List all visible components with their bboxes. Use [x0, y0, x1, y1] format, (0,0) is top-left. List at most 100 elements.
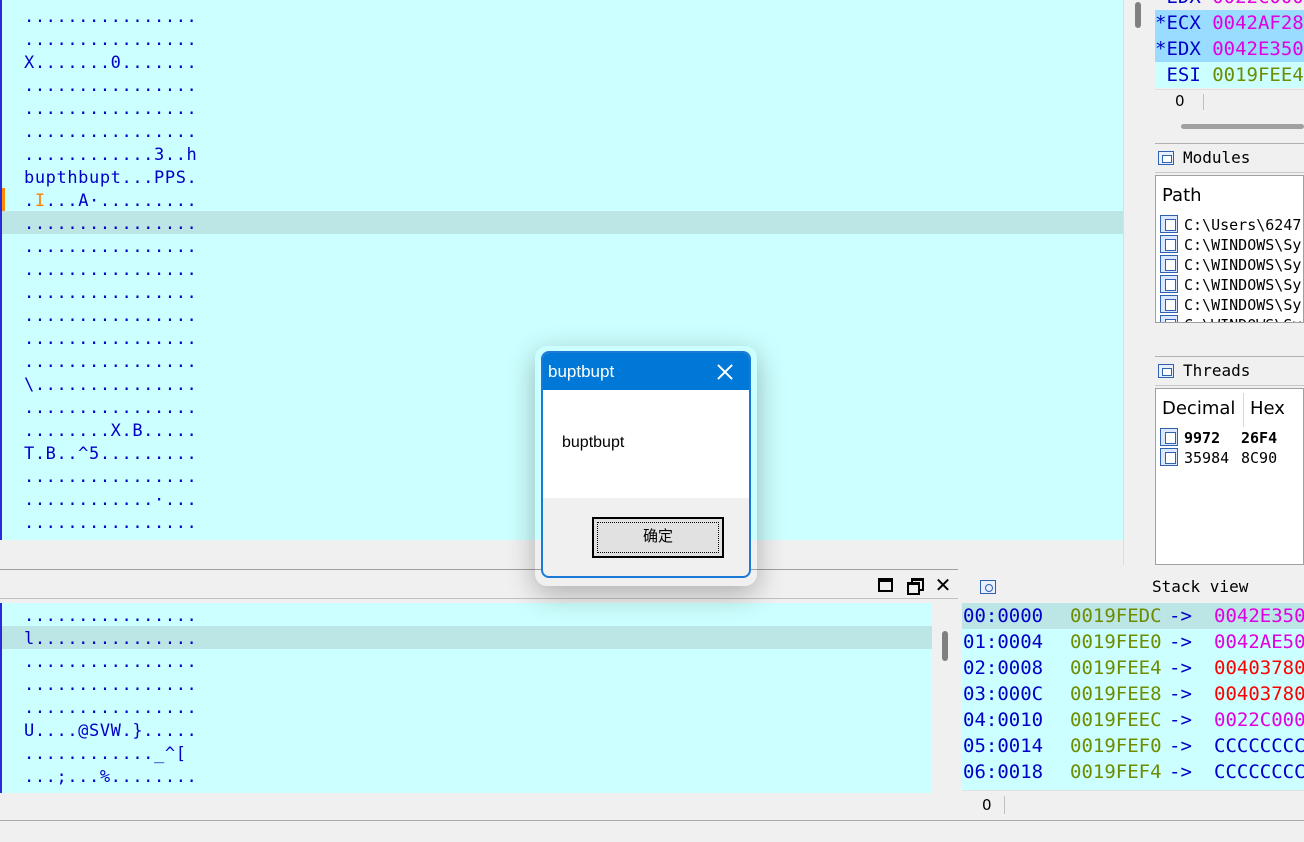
- dialog-content: buptbupt: [543, 390, 749, 498]
- dialog-titlebar[interactable]: buptbupt: [543, 353, 749, 390]
- dump-line: ................: [24, 352, 198, 372]
- modules-list[interactable]: Path C:\Users\6247 C:\WINDOWS\Sy C:\WINDOW…: [1155, 175, 1304, 323]
- hex-dump-bottom-pane[interactable]: ................ l.......................…: [0, 603, 932, 793]
- dump-line: ........X.B.....: [24, 421, 198, 441]
- ok-button[interactable]: 确定: [592, 517, 724, 558]
- dump-line: ................: [24, 30, 198, 50]
- module-row[interactable]: C:\WINDOWS\Sy: [1160, 315, 1301, 322]
- restore-icon[interactable]: [906, 576, 924, 595]
- bottom-pane-toolbar: ✕: [0, 569, 958, 599]
- dump-line: ............3..h: [24, 145, 198, 165]
- thread-row[interactable]: 9972 26F4: [1160, 428, 1277, 448]
- register-row[interactable]: EDX 0022C000: [1155, 0, 1304, 10]
- stack-row[interactable]: 01:0004 0019FEE0 -> 0042AE50: [962, 629, 1304, 655]
- scrollbar-thumb[interactable]: [942, 631, 948, 661]
- message-box-dialog[interactable]: buptbupt buptbupt 确定: [541, 351, 751, 578]
- dump-line: ............_^[: [24, 744, 187, 764]
- vertical-scrollbar-bottom[interactable]: [932, 603, 958, 817]
- module-file-icon: [1160, 315, 1178, 322]
- stack-index: 01:0004: [963, 631, 1044, 653]
- dump-line: ................: [24, 513, 198, 533]
- register-name: *ECX: [1155, 12, 1213, 34]
- stack-row[interactable]: 04:0010 0019FEEC -> 0022C000: [962, 707, 1304, 733]
- stack-row[interactable]: 02:0008 0019FEE4 -> 00403780: [962, 655, 1304, 681]
- threads-list[interactable]: Decimal Hex 9972 26F4 35984 8C90: [1155, 388, 1304, 565]
- module-row[interactable]: C:\WINDOWS\Sy: [1160, 295, 1301, 315]
- register-value: 0042E350: [1212, 38, 1304, 60]
- module-row[interactable]: C:\WINDOWS\Sy: [1160, 275, 1301, 295]
- dump-line: ...;...%........: [24, 767, 198, 787]
- stack-target: 0042E350: [1214, 605, 1304, 627]
- threads-panel-title[interactable]: Threads: [1155, 356, 1304, 386]
- stack-row[interactable]: 03:000C 0019FEE8 -> 00403780: [962, 681, 1304, 707]
- modules-panel-title[interactable]: Modules: [1155, 143, 1304, 173]
- module-file-icon: [1160, 255, 1178, 273]
- modules-icon: [1158, 151, 1174, 165]
- stack-address: 0019FEE0: [1070, 631, 1162, 653]
- thread-row[interactable]: 35984 8C90: [1160, 448, 1277, 468]
- register-row[interactable]: *ECX 0042AF28: [1155, 10, 1304, 36]
- dump-line: bupthbupt...PPS.: [24, 168, 198, 188]
- stack-view-title[interactable]: Stack view: [962, 572, 1304, 602]
- stack-target: 00403780: [1214, 683, 1304, 705]
- thread-decimal: 9972: [1184, 429, 1221, 447]
- stack-address: 0019FEEC: [1070, 709, 1162, 731]
- dump-line: X.......0.......: [24, 53, 198, 73]
- dump-line: ................: [24, 122, 198, 142]
- registers-scrollbar[interactable]: [1181, 124, 1304, 129]
- dump-line: ................: [24, 467, 198, 487]
- thread-decimal: 35984: [1184, 449, 1230, 467]
- dump-line: ................: [24, 698, 198, 718]
- dump-line: ................: [24, 398, 198, 418]
- module-row[interactable]: C:\Users\6247: [1160, 215, 1301, 235]
- register-name: ESI: [1155, 64, 1213, 86]
- register-row[interactable]: *EDX 0042E350: [1155, 36, 1304, 62]
- thread-icon: [1160, 448, 1178, 466]
- stack-target: 0022C000: [1214, 709, 1304, 731]
- stack-index: 03:000C: [963, 683, 1044, 705]
- scrollbar-thumb[interactable]: [1135, 2, 1141, 28]
- module-path: C:\Users\6247: [1184, 216, 1302, 234]
- dump-line: T.B..^5.........: [24, 444, 198, 464]
- dump-line: ................: [24, 652, 198, 672]
- stack-row[interactable]: 00:0000 0019FEDC -> 0042E350: [962, 603, 1304, 629]
- stack-arrow: ->: [1169, 683, 1192, 705]
- stack-arrow: ->: [1169, 657, 1192, 679]
- dialog-close-icon[interactable]: [715, 362, 735, 382]
- stack-row[interactable]: 05:0014 0019FEF0 -> CCCCCCCC: [962, 733, 1304, 759]
- stack-index: 06:0018: [963, 761, 1044, 783]
- horizontal-scrollbar-bottom[interactable]: [0, 793, 932, 817]
- threads-column-decimal[interactable]: Decimal: [1162, 398, 1235, 419]
- dialog-message: buptbupt: [562, 434, 625, 451]
- dump-line: ............·...: [24, 490, 198, 510]
- dump-line: \...............: [24, 375, 198, 395]
- threads-column-hex[interactable]: Hex: [1250, 398, 1285, 419]
- close-icon[interactable]: ✕: [934, 575, 952, 595]
- stack-index: 05:0014: [963, 735, 1044, 757]
- registers-footer: 0: [1155, 89, 1304, 113]
- dump-line: ................: [24, 606, 198, 626]
- stack-row[interactable]: 06:0018 0019FEF4 -> CCCCCCCC: [962, 759, 1304, 785]
- dump-line: l...............: [24, 629, 198, 649]
- stack-view-list[interactable]: 00:0000 0019FEDC -> 0042E350 01:0004 0019FEE0…: [962, 603, 1304, 790]
- stack-target: 0042AE50: [1214, 631, 1304, 653]
- vertical-scrollbar-top[interactable]: [1123, 0, 1153, 565]
- dump-line: ................: [24, 214, 198, 234]
- module-row[interactable]: C:\WINDOWS\Sy: [1160, 235, 1301, 255]
- stack-address: 0019FEDC: [1070, 605, 1162, 627]
- stack-arrow: ->: [1169, 761, 1192, 783]
- modules-column-path[interactable]: Path: [1162, 185, 1202, 206]
- stack-arrow: ->: [1169, 735, 1192, 757]
- stack-address: 0019FEF0: [1070, 735, 1162, 757]
- register-row[interactable]: ESI 0019FEE4: [1155, 62, 1304, 88]
- dump-line: ................: [24, 283, 198, 303]
- maximize-icon[interactable]: [878, 578, 893, 592]
- dump-line: U....@SVW.}.....: [24, 721, 198, 741]
- module-file-icon: [1160, 275, 1178, 293]
- register-name: EDX: [1155, 0, 1212, 8]
- stack-address: 0019FEE8: [1070, 683, 1162, 705]
- module-row[interactable]: C:\WINDOWS\Sy: [1160, 255, 1301, 275]
- module-path: C:\WINDOWS\Sy: [1184, 276, 1302, 294]
- register-value: 0022C000: [1212, 0, 1304, 8]
- dump-line: ................: [24, 306, 198, 326]
